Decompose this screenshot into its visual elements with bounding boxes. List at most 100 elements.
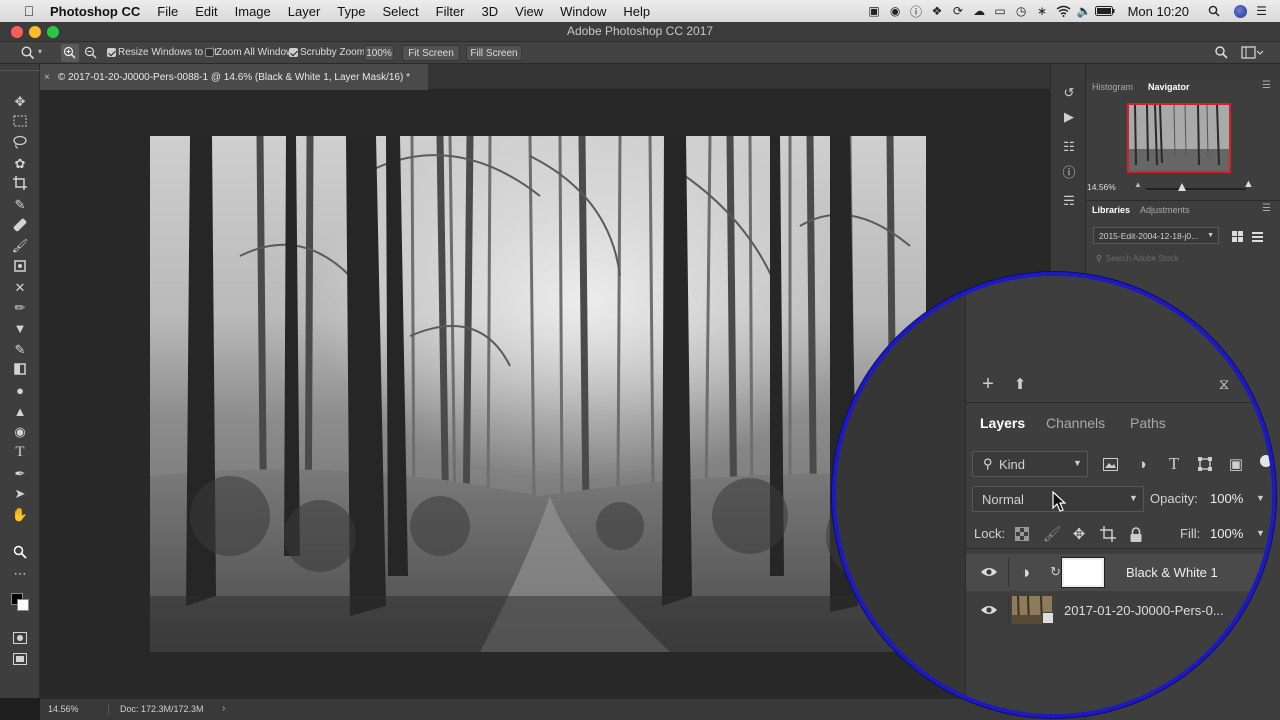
zoom-100-button[interactable]: 100% [364,45,394,61]
dropbox-icon[interactable]: ❖ [927,0,948,22]
filter-type-layer-icon[interactable]: T [1164,454,1184,474]
layer-row-black-white[interactable]: ◑ ↻ Black & White 1 [966,554,1266,591]
menu-image[interactable]: Image [235,4,271,19]
library-selector-dropdown[interactable]: 2015-Edit-2004-12-18-j0... ▼ [1093,227,1219,244]
forest-photo-canvas[interactable] [150,136,926,652]
fill-screen-button[interactable]: Fill Screen [466,45,522,61]
menu-select[interactable]: Select [382,4,418,19]
layer-name[interactable]: 2017-01-20-J0000-Pers-0... [1064,603,1224,618]
status-zoom-level[interactable]: 14.56% [48,704,79,714]
navigator-zoom-out-icon[interactable]: ▲ [1134,180,1142,189]
crop-tool-icon[interactable] [11,174,29,192]
navigator-panel-menu-icon[interactable]: ☰ [1262,80,1271,91]
screen-record-icon[interactable]: ▣ [864,0,885,22]
menu-clock[interactable]: Mon 10:20 [1128,4,1189,19]
layer-row-photo[interactable]: 2017-01-20-J0000-Pers-0... [966,592,1266,629]
cloud-icon[interactable]: ☁ [969,0,990,22]
bluetooth-icon[interactable]: ∗ [1032,0,1053,22]
link-layers-icon[interactable]: ⚭ [1154,698,1163,711]
delete-layer-icon[interactable]: 🗑 [1240,698,1254,711]
visibility-eye-icon[interactable] [978,562,1000,582]
panel-drag-bar[interactable] [1086,64,1280,80]
menu-file[interactable]: File [157,4,178,19]
tab-channels[interactable]: Channels [1046,415,1105,431]
zoom-out-icon[interactable] [82,44,100,65]
document-tab[interactable]: × © 2017-01-20-J0000-Pers-0088-1 @ 14.6%… [40,64,428,90]
spotlight-icon[interactable] [1203,0,1224,22]
apple-icon[interactable]:  [20,3,38,19]
workspace-switcher-icon[interactable] [1241,46,1264,63]
layer-mask-link-icon[interactable]: ↻ [1050,564,1061,580]
libraries-panel-menu-icon[interactable]: ☰ [1262,203,1271,214]
filter-adjustment-layer-icon[interactable]: ◑ [1132,454,1152,474]
move-tool-icon[interactable]: ✥ [11,92,29,110]
eraser-tool-icon[interactable]: ✏ [11,298,29,316]
layer-mask-thumbnail[interactable] [1061,557,1105,588]
marquee-tool-icon[interactable] [11,112,29,130]
volume-icon[interactable]: 🔈 [1074,0,1095,22]
filter-shape-layer-icon[interactable] [1195,454,1215,474]
more-tools-icon[interactable]: ⋯ [11,564,29,582]
tab-navigator[interactable]: Navigator [1148,82,1190,92]
menu-filter[interactable]: Filter [436,4,465,19]
screen-mode-icon[interactable] [11,650,29,668]
eyedropper-tool-icon[interactable]: ✎ [11,195,29,213]
opacity-value[interactable]: 100% [1210,491,1243,506]
opacity-chevron-icon[interactable]: ▼ [1256,493,1265,503]
time-machine-icon[interactable]: ◷ [1011,0,1032,22]
clone-source-panel-icon[interactable]: ☴ [1060,192,1078,210]
path-selection-tool-icon[interactable]: ◉ [11,422,29,440]
filter-toggle-switch[interactable] [1260,455,1272,467]
menu-view[interactable]: View [515,4,543,19]
upload-icon[interactable]: ⬆ [1010,374,1030,394]
history-brush-tool-icon[interactable]: ✕ [11,278,29,296]
zoom-tool-icon[interactable] [20,45,36,64]
brush-tool-icon[interactable]: 🖌 [11,236,29,254]
info-panel-icon[interactable]: ⓘ [1060,162,1078,180]
background-color-swatch[interactable] [17,599,29,611]
display-icon[interactable]: ▭ [990,0,1011,22]
tab-histogram[interactable]: Histogram [1092,82,1133,92]
actions-panel-icon[interactable]: ▶ [1060,108,1078,126]
history-panel-icon[interactable]: ↺ [1060,84,1078,102]
navigator-zoom-in-icon[interactable]: ▲ [1243,178,1254,190]
menu-help[interactable]: Help [623,4,650,19]
search-icon[interactable] [1214,45,1229,63]
navigator-slider-thumb[interactable] [1178,183,1186,191]
user-avatar-icon[interactable] [1230,0,1251,22]
info-status-icon[interactable]: ⓘ [906,0,927,22]
tab-adjustments[interactable]: Adjustments [1140,205,1190,215]
fit-screen-button[interactable]: Fit Screen [402,45,460,61]
pen-tool-icon[interactable]: ● [11,381,29,399]
dodge-tool-icon[interactable] [11,360,29,378]
menu-app-name[interactable]: Photoshop CC [50,4,140,19]
lock-all-icon[interactable] [1126,524,1146,544]
hand-tool-icon[interactable]: ✋ [11,505,29,523]
new-layer-icon[interactable]: □ [1220,698,1227,710]
navigator-thumbnail[interactable] [1127,103,1231,173]
horizontal-type-tool-icon[interactable]: T [11,443,29,461]
tab-paths[interactable]: Paths [1130,415,1166,431]
fill-chevron-icon[interactable]: ▼ [1256,528,1265,538]
lock-transparent-pixels-icon[interactable] [1012,524,1032,544]
lock-position-icon[interactable]: ✥ [1069,524,1089,544]
sync-icon[interactable]: ⟳ [948,0,969,22]
filter-pixel-layer-icon[interactable] [1100,454,1120,474]
battery-icon[interactable] [1095,0,1116,22]
new-adjustment-layer-icon[interactable]: ◑ [1180,698,1187,710]
layer-name[interactable]: Black & White 1 [1126,565,1218,580]
gradient-tool-icon[interactable]: ▼ [11,319,29,337]
status-menu-arrow-icon[interactable]: › [222,703,225,714]
list-view-icon[interactable] [1252,229,1263,247]
menu-type[interactable]: Type [337,4,365,19]
creative-cloud-sync-icon[interactable]: ⧖ [1214,374,1234,394]
blur-tool-icon[interactable]: ✎ [11,340,29,358]
add-library-content-icon[interactable]: + [978,373,998,395]
menu-edit[interactable]: Edit [195,4,217,19]
layer-filter-dropdown[interactable]: ⚲ Kind ▼ [972,451,1088,477]
zoom-all-windows-checkbox[interactable] [205,48,214,57]
fill-value[interactable]: 100% [1210,526,1243,541]
menu-3d[interactable]: 3D [482,4,499,19]
grid-view-icon[interactable] [1232,229,1243,247]
menu-layer[interactable]: Layer [288,4,321,19]
